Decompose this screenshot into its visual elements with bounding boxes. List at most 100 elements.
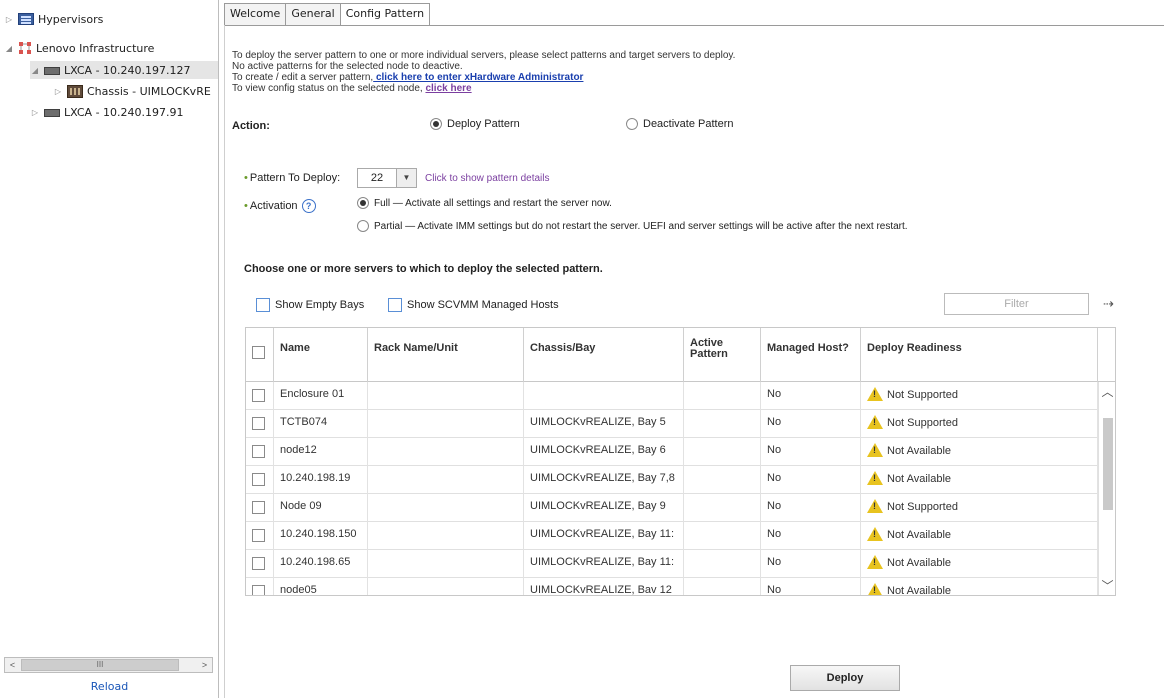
activation-full-radio[interactable]: Full — Activate all settings and restart… (357, 197, 612, 209)
warning-icon (867, 415, 883, 429)
collapse-icon[interactable]: ◢ (30, 66, 40, 75)
content-border (224, 25, 225, 698)
tree-item-chassis[interactable]: ▷ Chassis - UIMLOCKvRE (53, 82, 211, 100)
header-deploy-readiness[interactable]: Deploy Readiness (861, 328, 1098, 382)
intro-line-4: To view config status on the selected no… (232, 83, 472, 94)
row-checkbox[interactable] (252, 585, 265, 595)
table-row[interactable]: TCTB074 UIMLOCKvREALIZE, Bay 5 No Not Suppo… (246, 410, 1115, 438)
readiness-text: Not Available (887, 528, 952, 541)
select-all-checkbox[interactable] (252, 346, 265, 359)
deactivate-pattern-radio[interactable]: Deactivate Pattern (626, 118, 734, 130)
table-row[interactable]: Node 09 UIMLOCKvREALIZE, Bay 9 No Not Suppo… (246, 494, 1115, 522)
help-icon[interactable]: ? (301, 199, 316, 213)
pattern-select[interactable]: 22 ▼ (357, 168, 417, 188)
row-checkbox[interactable] (252, 501, 265, 514)
filter-apply-icon[interactable]: ⇢ (1103, 296, 1114, 312)
cell-deploy-readiness: Not Available (861, 466, 1098, 494)
cell-active (684, 410, 761, 438)
scroll-right-icon[interactable]: > (197, 658, 212, 672)
checkbox-icon[interactable] (388, 298, 402, 312)
expand-icon[interactable]: ▷ (53, 87, 63, 96)
table-row[interactable]: 10.240.198.150 UIMLOCKvREALIZE, Bay 11: No… (246, 522, 1115, 550)
cell-active (684, 438, 761, 466)
cell-active (684, 494, 761, 522)
scroll-down-icon[interactable]: ﹀ (1099, 578, 1115, 594)
required-icon: • (244, 172, 248, 184)
show-scvmm-label: Show SCVMM Managed Hosts (407, 299, 559, 311)
tree-item-lxca-91[interactable]: ▷ LXCA - 10.240.197.91 (30, 103, 184, 121)
tab-general[interactable]: General (285, 3, 341, 25)
readiness-text: Not Available (887, 444, 952, 457)
filter-input[interactable]: Filter (944, 293, 1089, 315)
cell-deploy-readiness: Not Available (861, 578, 1098, 595)
table-row[interactable]: node12 UIMLOCKvREALIZE, Bay 6 No Not Availa… (246, 438, 1115, 466)
deactivate-pattern-label: Deactivate Pattern (643, 118, 734, 130)
cell-managed: No (761, 382, 861, 410)
header-name[interactable]: Name (274, 328, 368, 382)
radio-unselected-icon[interactable] (357, 220, 369, 232)
tab-welcome[interactable]: Welcome (224, 3, 287, 25)
expand-icon[interactable]: ▷ (30, 108, 40, 117)
row-select-cell (246, 578, 274, 595)
table-row[interactable]: 10.240.198.19 UIMLOCKvREALIZE, Bay 7,8 No N… (246, 466, 1115, 494)
row-checkbox[interactable] (252, 557, 265, 570)
scroll-left-icon[interactable]: < (5, 658, 20, 672)
row-checkbox[interactable] (252, 389, 265, 402)
table-row[interactable]: Enclosure 01 No Not Supported (246, 382, 1115, 410)
collapse-icon[interactable]: ◢ (4, 44, 14, 53)
xhardware-admin-link[interactable]: click here to enter xHardware Administra… (373, 72, 584, 83)
cell-deploy-readiness: Not Available (861, 550, 1098, 578)
warning-icon (867, 527, 883, 541)
radio-selected-icon[interactable] (430, 118, 442, 130)
row-checkbox[interactable] (252, 417, 265, 430)
cell-name: Node 09 (274, 494, 368, 522)
horizontal-scrollbar[interactable]: < III > (4, 657, 213, 673)
radio-selected-icon[interactable] (357, 197, 369, 209)
chevron-down-icon[interactable]: ▼ (396, 169, 416, 187)
cell-name: Enclosure 01 (274, 382, 368, 410)
activation-partial-radio[interactable]: Partial — Activate IMM settings but do n… (357, 220, 908, 232)
header-rack[interactable]: Rack Name/Unit (368, 328, 524, 382)
cell-managed: No (761, 494, 861, 522)
radio-unselected-icon[interactable] (626, 118, 638, 130)
config-status-link[interactable]: click here (425, 83, 471, 94)
deploy-pattern-label: Deploy Pattern (447, 118, 520, 130)
row-checkbox[interactable] (252, 445, 265, 458)
scroll-thumb[interactable]: III (21, 659, 179, 671)
cell-chassis: UIMLOCKvREALIZE, Bay 7,8 (524, 466, 684, 494)
hypervisor-icon (18, 13, 34, 25)
cell-chassis: UIMLOCKvREALIZE, Bay 6 (524, 438, 684, 466)
scroll-thumb[interactable] (1103, 418, 1113, 510)
expand-icon[interactable]: ▷ (4, 15, 14, 24)
tab-config-pattern[interactable]: Config Pattern (339, 3, 431, 26)
cell-deploy-readiness: Not Available (861, 522, 1098, 550)
checkbox-icon[interactable] (256, 298, 270, 312)
show-empty-bays-checkbox[interactable]: Show Empty Bays (256, 298, 364, 312)
row-checkbox[interactable] (252, 473, 265, 486)
cell-chassis: UIMLOCKvREALIZE, Bay 9 (524, 494, 684, 522)
cell-deploy-readiness: Not Supported (861, 494, 1098, 522)
activation-full-label: Full — Activate all settings and restart… (374, 197, 612, 209)
header-active-pattern[interactable]: Active Pattern (684, 328, 761, 382)
tree-item-hypervisors[interactable]: ▷ Hypervisors (4, 10, 103, 28)
cell-name: node05 (274, 578, 368, 595)
pattern-details-link[interactable]: Click to show pattern details (425, 173, 550, 184)
header-managed-host[interactable]: Managed Host? (761, 328, 861, 382)
cell-active (684, 382, 761, 410)
tree-item-lxca-127[interactable]: ◢ LXCA - 10.240.197.127 (30, 61, 218, 79)
table-row[interactable]: 10.240.198.65 UIMLOCKvREALIZE, Bay 11: No N… (246, 550, 1115, 578)
tree-item-label: Hypervisors (38, 12, 104, 26)
tree-item-lenovo-infrastructure[interactable]: ◢ Lenovo Infrastructure (4, 39, 155, 57)
table-row[interactable]: node05 UIMLOCKvREALIZE, Bav 12 No Not Avail… (246, 578, 1115, 595)
header-chassis[interactable]: Chassis/Bay (524, 328, 684, 382)
deploy-button[interactable]: Deploy (790, 665, 900, 691)
pattern-select-value: 22 (370, 172, 384, 184)
deploy-pattern-radio[interactable]: Deploy Pattern (430, 118, 520, 130)
vertical-scrollbar[interactable]: ︿ ﹀ (1098, 382, 1115, 595)
reload-link[interactable]: Reload (0, 680, 219, 693)
show-scvmm-checkbox[interactable]: Show SCVMM Managed Hosts (388, 298, 559, 312)
select-all-cell (246, 328, 274, 382)
scroll-up-icon[interactable]: ︿ (1099, 384, 1115, 400)
row-checkbox[interactable] (252, 529, 265, 542)
row-select-cell (246, 466, 274, 494)
